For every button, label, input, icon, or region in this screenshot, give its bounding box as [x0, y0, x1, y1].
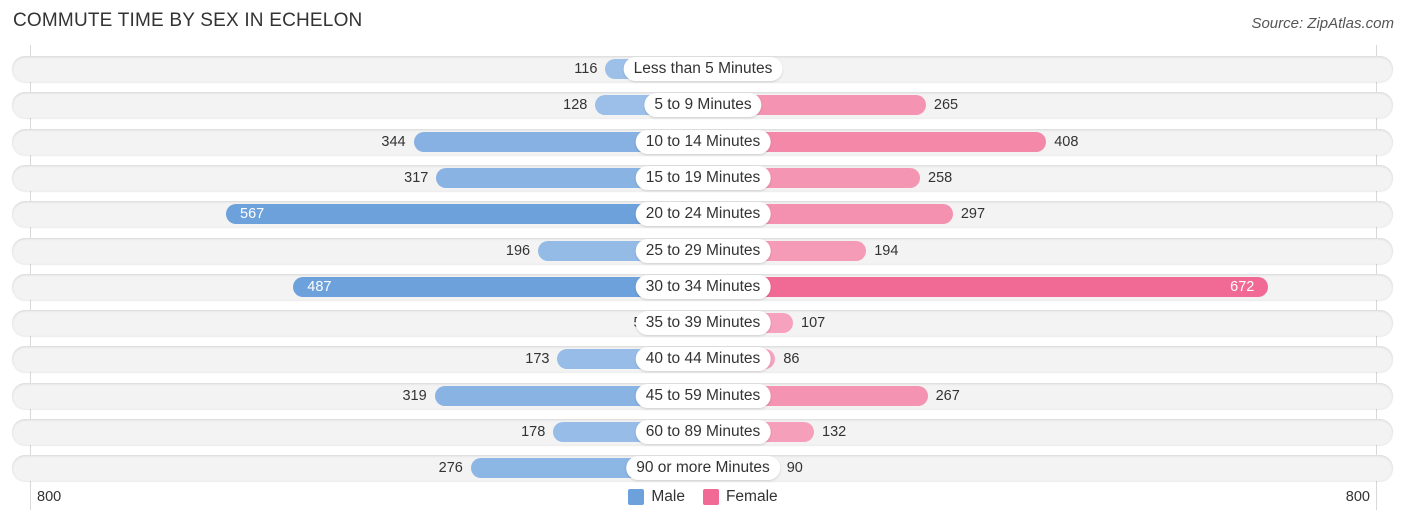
value-label-female: 672 — [1230, 278, 1255, 295]
value-label-female: 107 — [801, 315, 826, 332]
value-label-male: 116 — [574, 61, 598, 77]
value-label-female: 408 — [1054, 133, 1079, 150]
category-label: 25 to 29 Minutes — [635, 238, 771, 263]
category-label: 20 to 24 Minutes — [635, 202, 771, 227]
value-label-male: 276 — [438, 460, 463, 477]
chart-source: Source: ZipAtlas.com — [1251, 15, 1394, 32]
value-label-female: 267 — [935, 387, 960, 404]
category-label: 35 to 39 Minutes — [635, 311, 771, 336]
category-label: Less than 5 Minutes — [623, 57, 783, 81]
value-label-male: 128 — [563, 97, 588, 114]
category-label: 10 to 14 Minutes — [635, 129, 771, 154]
bar-female[interactable] — [703, 276, 1269, 297]
value-label-female: 297 — [960, 206, 986, 223]
chart-title: COMMUTE TIME BY SEX IN ECHELON — [13, 10, 363, 31]
category-label: 45 to 59 Minutes — [635, 383, 771, 408]
value-label-male: 317 — [404, 169, 429, 186]
category-label: 90 or more Minutes — [626, 456, 780, 481]
value-label-female: 86 — [783, 351, 800, 368]
value-label-male: 173 — [525, 351, 550, 368]
category-label: 30 to 34 Minutes — [635, 274, 771, 299]
legend-swatch-male — [628, 489, 645, 505]
value-label-male: 487 — [307, 278, 332, 295]
value-label-female: 132 — [822, 424, 847, 440]
bar-male[interactable] — [226, 204, 703, 225]
legend-item-female[interactable]: Female — [702, 488, 778, 506]
legend: Male Female — [0, 488, 1406, 506]
value-label-male: 344 — [381, 133, 406, 150]
value-label-male: 567 — [240, 206, 265, 223]
value-label-female: 90 — [786, 460, 803, 477]
value-label-male: 196 — [505, 242, 531, 259]
value-label-female: 194 — [874, 242, 899, 259]
value-label-male: 319 — [402, 387, 427, 404]
value-label-female: 258 — [928, 169, 953, 186]
value-label-male: 178 — [521, 424, 546, 440]
category-label: 60 to 89 Minutes — [635, 420, 771, 444]
category-label: 40 to 44 Minutes — [635, 347, 771, 372]
category-label: 15 to 19 Minutes — [635, 165, 771, 190]
legend-label-male: Male — [651, 488, 685, 505]
legend-swatch-female — [702, 489, 719, 505]
legend-item-male[interactable]: Male — [628, 488, 685, 506]
legend-label-female: Female — [725, 488, 778, 505]
category-label: 5 to 9 Minutes — [644, 93, 762, 118]
value-label-female: 265 — [933, 97, 959, 114]
